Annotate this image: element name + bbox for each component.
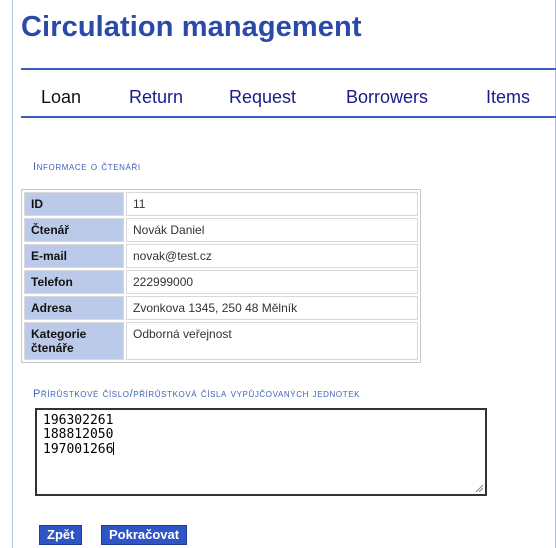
nav-request[interactable]: Request [229, 87, 296, 108]
reader-info-heading: Informace o čtenáři [33, 161, 141, 173]
table-row: Telefon 222999000 [24, 270, 418, 294]
row-label-reader: Čtenář [24, 218, 124, 242]
nav-borrowers[interactable]: Borrowers [346, 87, 428, 108]
row-value-reader: Novák Daniel [126, 218, 418, 242]
nav-return[interactable]: Return [129, 87, 183, 108]
item-numbers-textarea[interactable]: 196302261 188812050 197001266 [35, 408, 487, 496]
item-number-line: 197001266 [43, 442, 114, 457]
resize-grip-icon[interactable] [475, 484, 483, 492]
row-label-address: Adresa [24, 296, 124, 320]
row-label-email: E-mail [24, 244, 124, 268]
main-nav: Loan Return Request Borrowers Items [21, 68, 556, 118]
continue-button[interactable]: Pokračovat [101, 525, 188, 545]
item-number-line: 188812050 [43, 427, 114, 442]
left-border-line [12, 0, 13, 548]
table-row: ID 11 [24, 192, 418, 216]
reader-info-table: ID 11 Čtenář Novák Daniel E-mail novak@t… [21, 189, 421, 363]
row-value-id: 11 [126, 192, 418, 216]
row-value-category: Odborná veřejnost [126, 322, 418, 360]
row-label-category: Kategorie čtenáře [24, 322, 124, 360]
text-caret [113, 442, 115, 455]
table-row: Kategorie čtenáře Odborná veřejnost [24, 322, 418, 360]
table-row: Čtenář Novák Daniel [24, 218, 418, 242]
row-value-email: novak@test.cz [126, 244, 418, 268]
page-title: Circulation management [21, 11, 362, 43]
row-value-address: Zvonkova 1345, 250 48 Mělník [126, 296, 418, 320]
row-label-id: ID [24, 192, 124, 216]
back-button[interactable]: Zpět [39, 525, 83, 545]
nav-loan[interactable]: Loan [41, 87, 81, 108]
table-row: Adresa Zvonkova 1345, 250 48 Mělník [24, 296, 418, 320]
row-value-phone: 222999000 [126, 270, 418, 294]
item-number-line: 196302261 [43, 413, 114, 428]
table-row: E-mail novak@test.cz [24, 244, 418, 268]
items-input-heading: Přírůstkové číslo/přírůstková čísla vypů… [33, 388, 361, 400]
row-label-phone: Telefon [24, 270, 124, 294]
nav-items[interactable]: Items [486, 87, 530, 108]
